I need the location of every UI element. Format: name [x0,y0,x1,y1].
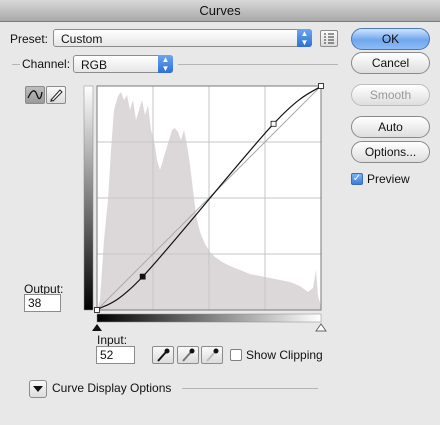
options-button[interactable]: Options... [351,141,430,163]
show-clipping-label: Show Clipping [246,348,323,362]
preview-checkbox[interactable]: ✓ [351,173,363,185]
options-divider [182,388,318,389]
gray-eyedropper-icon[interactable] [177,346,199,364]
curve-display-options-label: Curve Display Options [52,381,172,395]
input-gradient-bar [96,313,322,323]
curve-point[interactable] [94,307,100,313]
curve-point[interactable] [270,120,277,127]
black-eyedropper-icon[interactable] [152,346,174,364]
black-point-slider-icon[interactable] [92,324,102,331]
cancel-button[interactable]: Cancel [351,52,430,74]
curve-point[interactable] [318,83,324,89]
curve-point[interactable] [139,273,146,280]
preview-label: Preview [367,172,410,186]
smooth-button[interactable]: Smooth [351,84,430,106]
white-point-slider-icon[interactable] [315,323,327,332]
output-field[interactable]: 38 [24,294,61,312]
input-field[interactable]: 52 [96,346,135,364]
auto-button[interactable]: Auto [351,116,430,138]
white-eyedropper-icon[interactable] [201,346,223,364]
ok-button[interactable]: OK [351,28,430,50]
show-clipping-checkbox[interactable] [230,349,242,361]
input-label: Input: [97,333,128,347]
disclosure-triangle-icon[interactable] [29,380,47,398]
output-gradient-bar [83,85,94,311]
